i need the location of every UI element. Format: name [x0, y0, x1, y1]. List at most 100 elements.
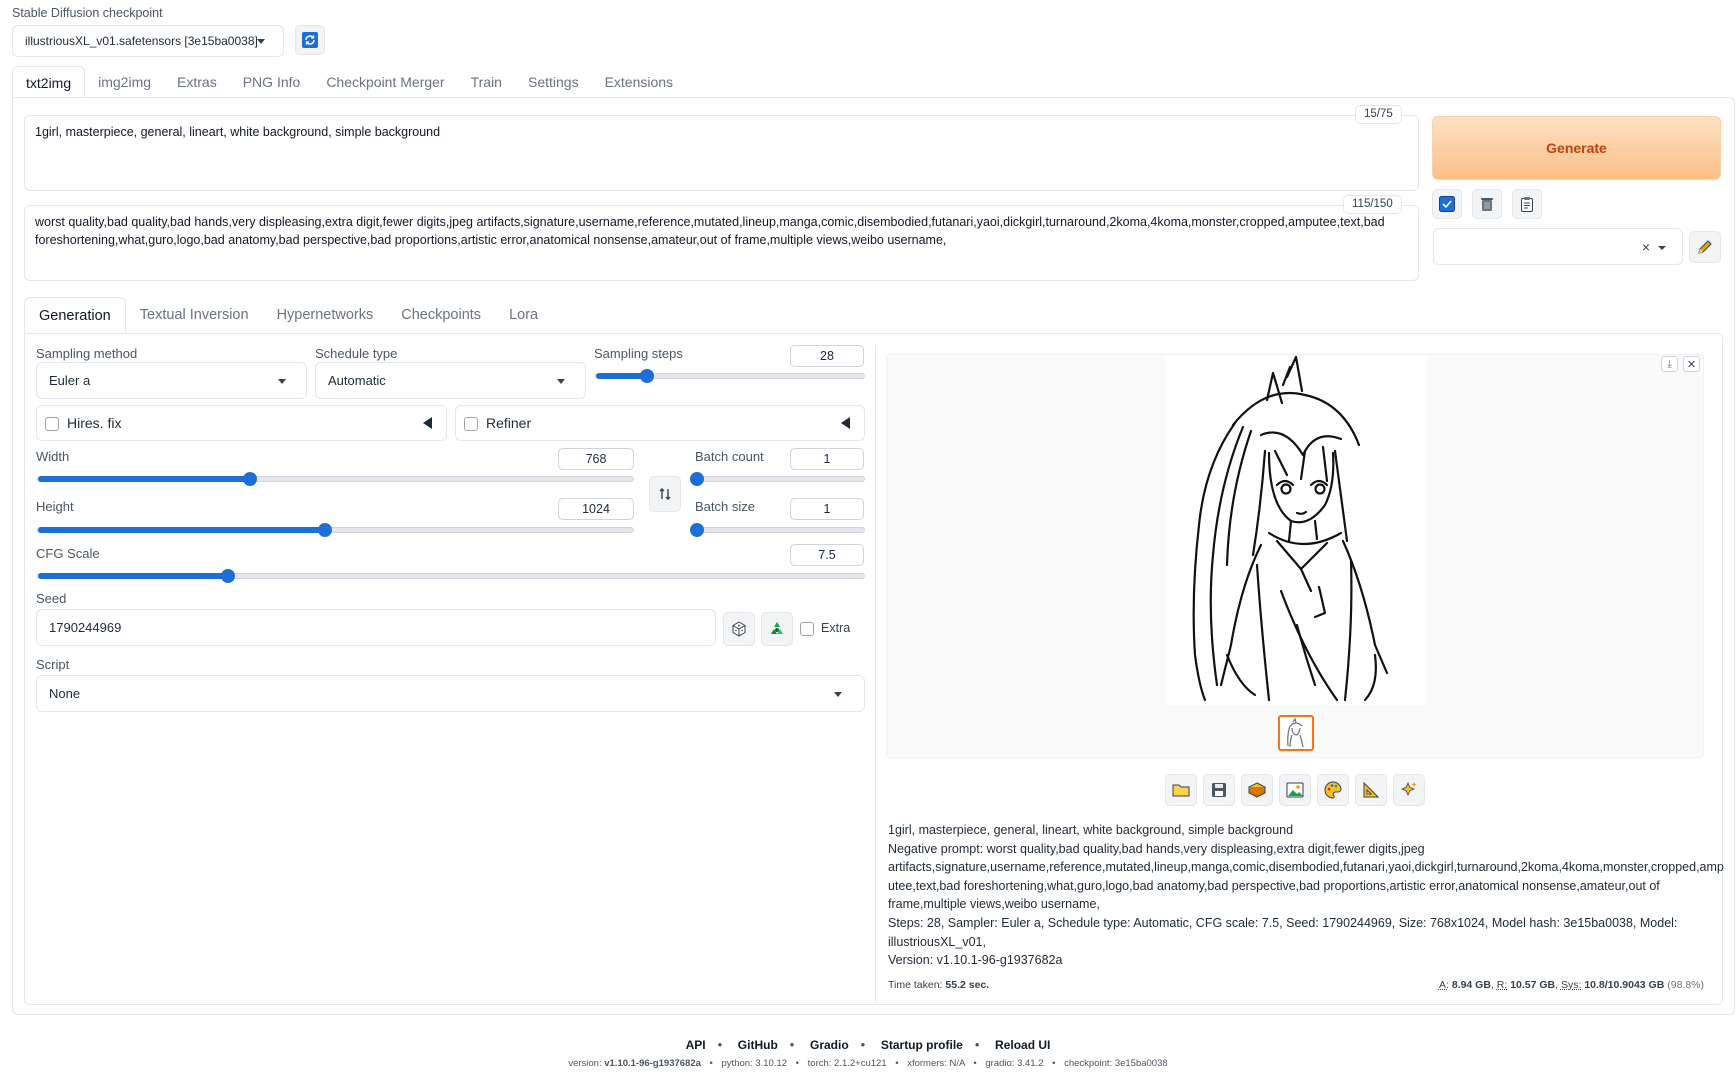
- generate-label: Generate: [1546, 140, 1607, 156]
- schedule-type-value: Automatic: [328, 373, 386, 388]
- footer-link-api[interactable]: API: [686, 1038, 706, 1052]
- random-seed-button[interactable]: [723, 612, 755, 646]
- tab-hypernetworks[interactable]: Hypernetworks: [263, 297, 388, 333]
- tab-extras[interactable]: Extras: [164, 66, 230, 98]
- upscale-button[interactable]: [1393, 774, 1425, 806]
- sampling-steps-input[interactable]: 28: [790, 345, 864, 367]
- thumbnail-image: [1287, 718, 1304, 748]
- checkpoint-dropdown[interactable]: illustriousXL_v01.safetensors [3e15ba003…: [12, 25, 284, 57]
- tab-png-info[interactable]: PNG Info: [230, 66, 314, 98]
- cfg-scale-label: CFG Scale: [36, 546, 100, 561]
- tab-txt2img[interactable]: txt2img: [12, 66, 86, 98]
- tab-img2img[interactable]: img2img: [85, 66, 164, 98]
- hires-fix-checkbox[interactable]: [45, 417, 59, 431]
- prompt-text: 1girl, masterpiece, general, lineart, wh…: [35, 125, 441, 139]
- chevron-down-icon: [834, 692, 842, 697]
- zip-button[interactable]: [1241, 774, 1273, 806]
- send-to-img2img-button[interactable]: [1279, 774, 1311, 806]
- info-version: Version: v1.10.1-96-g1937682a: [888, 953, 1063, 968]
- tab-extensions[interactable]: Extensions: [592, 66, 686, 98]
- refresh-icon: [302, 32, 318, 48]
- swap-arrows-icon: [659, 488, 671, 500]
- time-taken: Time taken: 55.2 sec.: [888, 979, 989, 991]
- reuse-seed-button[interactable]: [761, 612, 793, 646]
- chevron-down-icon: [257, 39, 265, 44]
- batch-count-slider[interactable]: [690, 472, 865, 486]
- width-slider[interactable]: [37, 472, 634, 486]
- mem-sys-value: 10.8/10.9043 GB: [1584, 979, 1665, 991]
- batch-size-slider[interactable]: [690, 523, 865, 537]
- refiner-checkbox[interactable]: [464, 417, 478, 431]
- height-slider[interactable]: [37, 523, 634, 537]
- generate-button[interactable]: Generate: [1432, 116, 1721, 180]
- schedule-type-dropdown[interactable]: Automatic: [315, 362, 586, 399]
- generated-image[interactable]: [1165, 355, 1427, 705]
- tab-checkpoint-merger[interactable]: Checkpoint Merger: [313, 66, 457, 98]
- cfg-scale-slider[interactable]: [37, 569, 865, 583]
- checkpoint-label: Stable Diffusion checkpoint: [12, 6, 163, 20]
- paste-prompt-button[interactable]: [1512, 189, 1542, 219]
- tab-generation[interactable]: Generation: [24, 297, 126, 333]
- styles-dropdown[interactable]: ×: [1433, 228, 1683, 265]
- save-button[interactable]: [1203, 774, 1235, 806]
- close-icon[interactable]: ✕: [1683, 356, 1700, 372]
- sampling-method-dropdown[interactable]: Euler a: [36, 362, 307, 399]
- info-negative-line-3: utee,text,bad foreshortening,what,guro,l…: [888, 878, 1660, 893]
- edit-styles-button[interactable]: [1689, 231, 1721, 263]
- tab-textual-inversion[interactable]: Textual Inversion: [126, 297, 263, 333]
- mem-r-label: R:: [1496, 979, 1508, 991]
- swap-dimensions-button[interactable]: [649, 476, 681, 512]
- clear-prompt-button[interactable]: [1472, 189, 1502, 219]
- footer-versions: version: v1.10.1-96-g1937682a • python: …: [568, 1058, 1168, 1069]
- footer-link-reload-ui[interactable]: Reload UI: [995, 1038, 1050, 1052]
- trash-icon: [1481, 198, 1493, 211]
- height-input[interactable]: 1024: [558, 498, 634, 520]
- send-to-inpaint-button[interactable]: [1317, 774, 1349, 806]
- clear-styles-icon[interactable]: ×: [1642, 239, 1650, 255]
- height-label: Height: [36, 499, 74, 514]
- footer-link-gradio[interactable]: Gradio: [810, 1038, 849, 1052]
- info-negative-line-1: Negative prompt: worst quality,bad quali…: [888, 841, 1425, 856]
- slider-handle[interactable]: [639, 369, 654, 383]
- tab-settings[interactable]: Settings: [515, 66, 592, 98]
- cfg-scale-input[interactable]: 7.5: [790, 544, 864, 566]
- show-extra-networks-button[interactable]: [1432, 189, 1462, 219]
- slider-handle[interactable]: [690, 523, 704, 537]
- refresh-checkpoint-button[interactable]: [295, 25, 325, 55]
- time-taken-label: Time taken:: [888, 979, 943, 991]
- prompt-input[interactable]: 1girl, masterpiece, general, lineart, wh…: [24, 115, 1419, 191]
- hires-fix-label: Hires. fix: [67, 415, 122, 431]
- footer-link-startup-profile[interactable]: Startup profile: [881, 1038, 963, 1052]
- mem-a-value: 8.94 GB: [1451, 979, 1491, 991]
- tab-checkpoints[interactable]: Checkpoints: [387, 297, 495, 333]
- sampling-steps-slider[interactable]: [595, 369, 865, 383]
- batch-size-input[interactable]: 1: [790, 498, 864, 520]
- script-dropdown[interactable]: None: [36, 675, 865, 712]
- info-prompt: 1girl, masterpiece, general, lineart, wh…: [888, 823, 1294, 837]
- sparkles-icon: [1400, 781, 1417, 797]
- schedule-type-label: Schedule type: [315, 346, 398, 361]
- hires-fix-accordion[interactable]: Hires. fix: [36, 405, 447, 441]
- open-folder-button[interactable]: [1165, 774, 1197, 806]
- seed-input[interactable]: 1790244969: [36, 609, 716, 646]
- refiner-accordion[interactable]: Refiner: [455, 405, 865, 441]
- slider-handle[interactable]: [690, 472, 704, 486]
- slider-fill: [38, 527, 326, 533]
- footer-link-github[interactable]: GitHub: [738, 1038, 778, 1052]
- collapse-arrow-icon: [841, 417, 850, 429]
- batch-count-input[interactable]: 1: [790, 448, 864, 470]
- checkbox-icon: [1439, 196, 1455, 212]
- send-to-extras-button[interactable]: [1355, 774, 1387, 806]
- checkpoint-hash-value: 3e15ba0038: [1114, 1058, 1168, 1069]
- output-thumbnail[interactable]: [1278, 715, 1314, 751]
- tab-lora[interactable]: Lora: [495, 297, 552, 333]
- tab-train[interactable]: Train: [458, 66, 515, 98]
- batch-size-label: Batch size: [695, 499, 755, 514]
- negative-prompt-input[interactable]: worst quality,bad quality,bad hands,very…: [24, 205, 1419, 281]
- extra-seed-checkbox[interactable]: [800, 622, 814, 636]
- width-input[interactable]: 768: [558, 448, 634, 470]
- slider-handle[interactable]: [220, 569, 235, 583]
- download-icon[interactable]: ⤓: [1661, 356, 1678, 372]
- mem-percent: (98.8%): [1667, 979, 1704, 991]
- script-label: Script: [36, 657, 70, 672]
